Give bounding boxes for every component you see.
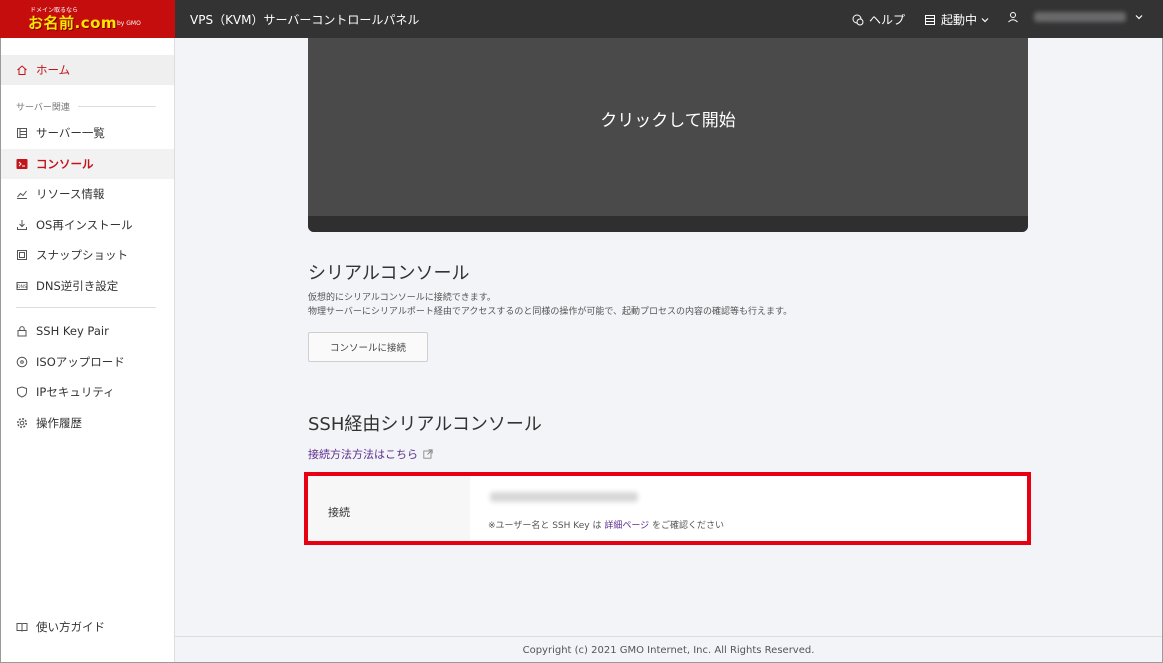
sidebar: ホーム サーバー関連 サーバー一覧 コンソール リソース情報 OS再インストール… [1,38,175,662]
sidebar-item-ssh-key-pair[interactable]: SSH Key Pair [1,316,174,346]
lock-icon [17,326,27,337]
terminal-icon [16,159,28,169]
sidebar-item-label: 操作履歴 [36,416,82,430]
sidebar-item-label: SSH Key Pair [36,324,109,338]
serial-console-description-1: 仮想的にシリアルコンソールに接続できます。 [308,293,496,303]
note-prefix: ※ユーザー名と SSH Key は [488,521,602,531]
sidebar-item-ip-security[interactable]: IPセキュリティ [1,377,174,407]
download-icon [17,220,27,230]
sidebar-item-resources[interactable]: リソース情報 [1,179,174,209]
top-bar: ドメイン取るなら お名前.com by GMO VPS（KVM）サーバーコントロ… [0,0,1163,38]
console-start-prompt[interactable]: クリックして開始 [308,106,1028,131]
user-menu[interactable] [1007,11,1144,23]
sidebar-item-console[interactable]: コンソール [1,149,174,179]
help-label: ヘルプ [869,13,906,27]
connection-howto-link[interactable]: 接続方法方法はこちら [308,446,433,462]
snapshot-icon [17,250,27,260]
ssh-key-note: ※ユーザー名と SSH Key は 詳細ページ をご確認ください [488,518,724,531]
gear-icon [17,418,27,428]
sidebar-item-label: スナップショット [36,248,128,262]
logo-brand: お名前.com [28,14,118,32]
sidebar-item-dns-reverse[interactable]: DNS DNS逆引き設定 [1,271,174,301]
sidebar-item-user-guide[interactable]: 使い方ガイド [1,612,174,642]
copyright-text: Copyright (c) 2021 GMO Internet, Inc. Al… [522,645,815,656]
server-status-dropdown[interactable]: 起動中 [924,11,990,28]
sidebar-item-label: OS再インストール [36,218,133,232]
connection-label: 接続 [328,506,350,519]
sidebar-item-iso-upload[interactable]: ISOアップロード [1,347,174,377]
connection-label-cell: 接続 [308,476,470,541]
serial-console-description-2: 物理サーバーにシリアルポート経由でアクセスするのと同様の操作が可能で、起動プロセ… [308,307,793,317]
sidebar-item-os-reinstall[interactable]: OS再インストール [1,210,174,240]
sidebar-item-server-list[interactable]: サーバー一覧 [1,118,174,148]
logo-company: by GMO [117,20,141,27]
footer: Copyright (c) 2021 GMO Internet, Inc. Al… [175,636,1162,662]
user-name-redacted [1034,12,1126,22]
connection-howto-label: 接続方法方法はこちら [308,448,418,461]
sidebar-item-label: サーバー一覧 [36,126,105,140]
shield-icon [17,386,27,398]
chevron-down-icon [1135,15,1143,20]
chevron-down-icon [981,17,989,22]
connect-console-button[interactable]: コンソールに接続 [308,332,428,362]
web-console-viewer[interactable]: クリックして開始 [308,38,1028,232]
server-status-label: 起動中 [941,13,978,27]
sidebar-item-label: ISOアップロード [36,355,125,369]
sidebar-item-snapshot[interactable]: スナップショット [1,240,174,270]
help-link[interactable]: ヘルプ [852,11,905,28]
note-suffix: をご確認ください [652,521,725,531]
sidebar-item-label: DNS逆引き設定 [36,279,119,293]
sidebar-item-label: ホーム [36,63,71,77]
home-icon [17,65,27,75]
chart-line-icon [17,190,27,199]
serial-console-heading: シリアルコンソール [308,263,470,284]
app-title: VPS（KVM）サーバーコントロールパネル [190,13,420,27]
console-status-strip [308,216,1028,232]
user-icon [1008,12,1018,23]
sidebar-section-label: サーバー関連 [16,103,70,113]
ssh-serial-console-heading: SSH経由シリアルコンソール [308,414,542,435]
sidebar-item-label: IPセキュリティ [36,385,115,399]
sidebar-item-label: コンソール [36,157,94,171]
dns-icon: DNS [16,282,28,290]
svg-text:DNS: DNS [17,284,27,290]
ssh-connection-info-highlight: 接続 ※ユーザー名と SSH Key は 詳細ページ をご確認ください [304,472,1031,545]
detail-page-link[interactable]: 詳細ページ [604,521,649,531]
sidebar-divider [16,307,156,308]
help-chat-icon [852,14,864,25]
sidebar-item-label: 使い方ガイド [36,620,105,634]
onamae-logo[interactable]: ドメイン取るなら お名前.com by GMO [0,0,175,38]
sidebar-item-operation-history[interactable]: 操作履歴 [1,408,174,438]
disc-icon [16,356,28,368]
book-icon [16,623,28,632]
sidebar-section-server: サーバー関連 [16,100,156,113]
ssh-connection-string-redacted [490,492,638,502]
external-link-icon [423,449,433,459]
sidebar-item-label: リソース情報 [36,187,105,201]
sidebar-item-home[interactable]: ホーム [1,55,174,85]
list-icon [17,128,27,138]
server-icon [925,14,935,25]
